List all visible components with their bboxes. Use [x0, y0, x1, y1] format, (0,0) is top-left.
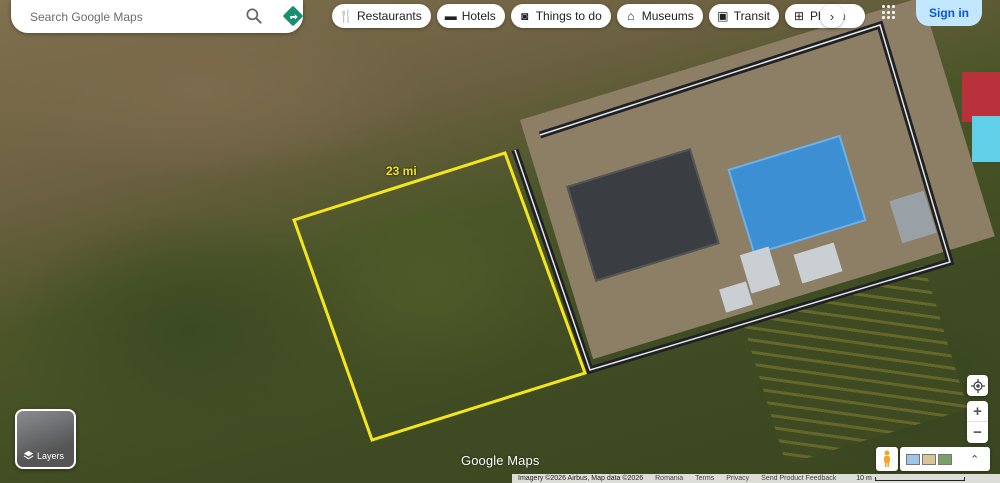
layers-label-group: Layers [23, 450, 64, 461]
zoom-control: + − [967, 401, 988, 443]
chip-label: Restaurants [357, 9, 422, 23]
google-maps-logo: Google Maps [461, 453, 540, 468]
chip-hotels[interactable]: ▬ Hotels [436, 4, 505, 28]
zoom-in-button[interactable]: + [967, 401, 988, 422]
property-wall-cap [514, 24, 951, 371]
footer-link-terms[interactable]: Terms [695, 475, 714, 482]
scale-label: 10 m [856, 475, 872, 482]
satellite-thumbnail[interactable] [938, 453, 952, 465]
chips-next-button[interactable]: › [820, 4, 844, 28]
search-input[interactable] [30, 9, 220, 24]
pharmacy-icon: ⊞ [793, 9, 805, 23]
chip-transit[interactable]: ▣ Transit [708, 4, 780, 28]
restaurant-icon: 🍴 [338, 9, 354, 23]
terrain-thumbnail[interactable] [922, 453, 936, 465]
map-thumbnail[interactable] [906, 453, 920, 465]
layers-icon [23, 450, 34, 460]
chip-things-to-do[interactable]: ◙ Things to do [510, 4, 611, 28]
measurement-label: 23 mi [386, 164, 417, 178]
satellite-map[interactable]: 23 mi [0, 0, 1000, 483]
footer-link-privacy[interactable]: Privacy [726, 475, 749, 482]
layers-button[interactable]: Layers [15, 409, 76, 469]
chip-label: Hotels [461, 9, 496, 23]
expand-up-icon[interactable]: ⌃ [970, 453, 979, 466]
hotel-icon: ▬ [444, 9, 457, 23]
chip-restaurants[interactable]: 🍴 Restaurants [332, 4, 431, 28]
pegman-icon [884, 450, 890, 467]
footer-link-feedback[interactable]: Send Product Feedback [761, 475, 836, 482]
scale-indicator[interactable]: 10 m [856, 475, 965, 482]
measurement-line [292, 151, 587, 442]
crosshair-icon [970, 378, 985, 393]
chip-label: Transit [733, 9, 771, 23]
scale-bar [874, 476, 965, 481]
category-chips: 🍴 Restaurants ▬ Hotels ◙ Things to do ⌂ Muse… [332, 4, 866, 28]
copyright-text: Imagery ©2026 Airbus, Map data ©2026 [518, 475, 644, 482]
chevron-right-icon: › [829, 8, 835, 24]
directions-icon[interactable] [282, 5, 304, 27]
sign-in-button[interactable]: Sign in [916, 0, 982, 26]
footer-link-region[interactable]: Romania [655, 475, 683, 482]
map-footer: Imagery ©2026 Airbus, Map data ©2026 Rom… [512, 474, 1000, 483]
search-box[interactable] [11, 0, 303, 33]
search-icon[interactable] [244, 6, 264, 26]
map-type-bar: ⌃ [900, 447, 990, 471]
transit-icon: ▣ [717, 9, 729, 23]
property-wall [511, 20, 955, 375]
google-apps-icon[interactable] [882, 5, 897, 20]
layers-label: Layers [37, 450, 65, 461]
chip-museums[interactable]: ⌂ Museums [616, 4, 703, 28]
street-view-pegman[interactable] [876, 447, 898, 471]
chip-label: Things to do [535, 9, 602, 23]
map-overlay [292, 20, 955, 442]
camera-icon: ◙ [521, 9, 529, 23]
museum-icon: ⌂ [627, 9, 635, 23]
my-location-button[interactable] [967, 375, 988, 396]
chip-label: Museums [641, 9, 694, 23]
zoom-out-button[interactable]: − [967, 422, 988, 443]
